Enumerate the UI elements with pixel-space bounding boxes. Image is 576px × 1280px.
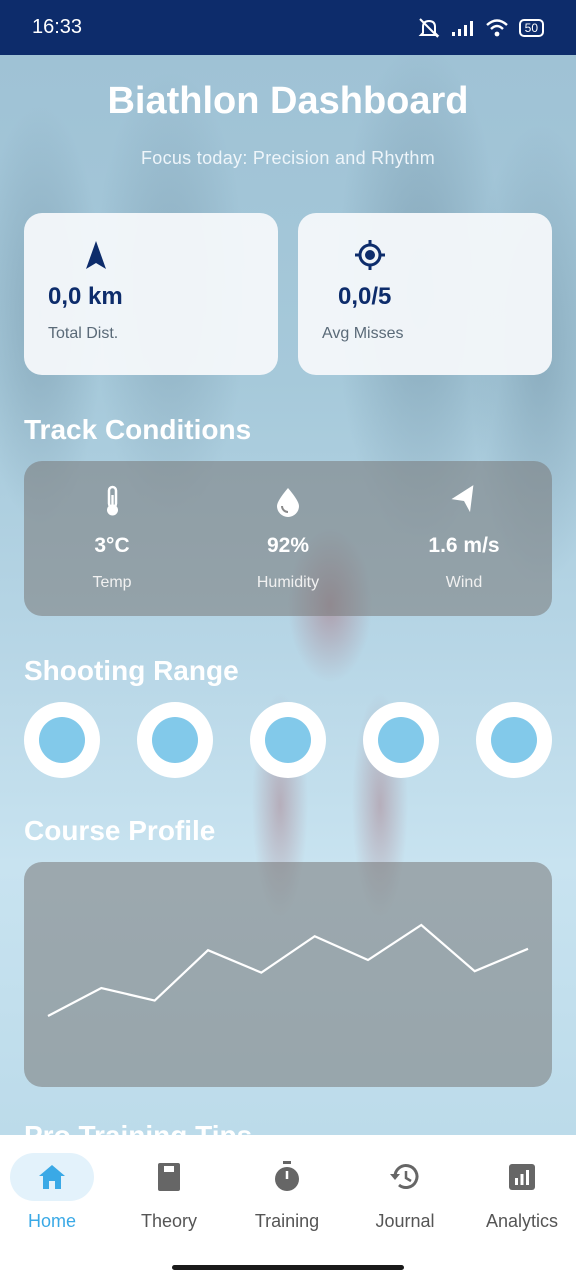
stat-value: 0,0 km (48, 283, 123, 310)
nav-label: Theory (140, 1211, 198, 1231)
battery-icon: 50 (518, 18, 544, 37)
condition-value: 92% (266, 534, 310, 557)
target-hit-marker (265, 717, 311, 763)
shooting-target[interactable] (476, 702, 552, 778)
wind-arrow-icon (451, 485, 474, 513)
condition-label: Humidity (256, 574, 320, 591)
nav-item-journal[interactable]: Journal (350, 1153, 460, 1232)
nav-label: Analytics (485, 1211, 559, 1231)
status-bar: 16:33 50 (0, 0, 576, 55)
water-drop-icon (277, 488, 299, 517)
section-title-shooting-range: Shooting Range (24, 655, 239, 686)
stat-card-avg-misses: 0,0/5 Avg Misses (298, 213, 552, 375)
home-indicator[interactable] (172, 1265, 404, 1270)
nav-item-home[interactable]: Home (0, 1153, 107, 1232)
home-icon (10, 1153, 94, 1201)
condition-humidity: 92% Humidity (213, 461, 363, 616)
shooting-target[interactable] (137, 702, 213, 778)
target-hit-marker (491, 717, 537, 763)
navigation-arrow-icon (86, 241, 106, 269)
stat-label: Total Dist. (48, 325, 119, 342)
section-title-course-profile: Course Profile (24, 815, 216, 846)
book-icon (127, 1153, 211, 1201)
signal-icon (451, 20, 473, 36)
mute-icon (418, 17, 440, 38)
nav-item-theory[interactable]: Theory (114, 1153, 224, 1232)
page-title: Biathlon Dashboard (107, 80, 469, 122)
status-time: 16:33 (32, 16, 83, 38)
section-title-track-conditions: Track Conditions (24, 414, 252, 445)
nav-item-analytics[interactable]: Analytics (467, 1153, 576, 1232)
status-icons: 50 (417, 17, 544, 39)
shooting-target[interactable] (363, 702, 439, 778)
wifi-icon (485, 18, 508, 36)
nav-label: Training (254, 1211, 320, 1231)
stat-label: Avg Misses (322, 325, 404, 342)
stopwatch-icon (245, 1153, 329, 1201)
bottom-navigation: Home Theory Training Journal Analytics (0, 1135, 576, 1280)
course-profile-card (24, 862, 552, 1087)
stat-card-total-distance: 0,0 km Total Dist. (24, 213, 278, 375)
nav-label: Home (27, 1211, 76, 1231)
track-conditions-card: 3°C Temp 92% Humidity 1.6 m/s Wind (24, 461, 552, 616)
bar-chart-icon (480, 1153, 564, 1201)
condition-value: 1.6 m/s (428, 534, 500, 557)
shooting-targets (24, 702, 552, 778)
condition-value: 3°C (94, 534, 130, 557)
thermometer-icon (107, 485, 118, 516)
course-profile-line (47, 923, 529, 1017)
condition-label: Wind (445, 574, 483, 591)
history-icon (363, 1153, 447, 1201)
nav-label: Journal (375, 1211, 435, 1231)
condition-temp: 3°C Temp (37, 461, 187, 616)
condition-label: Temp (92, 574, 132, 591)
target-hit-marker (39, 717, 85, 763)
nav-item-training[interactable]: Training (232, 1153, 342, 1232)
crosshair-icon (355, 240, 385, 270)
shooting-target[interactable] (24, 702, 100, 778)
condition-wind: 1.6 m/s Wind (389, 461, 539, 616)
target-hit-marker (378, 717, 424, 763)
course-profile-chart (47, 923, 529, 1017)
page-subtitle: Focus today: Precision and Rhythm (140, 148, 436, 168)
shooting-target[interactable] (250, 702, 326, 778)
stat-value: 0,0/5 (338, 283, 392, 310)
target-hit-marker (152, 717, 198, 763)
